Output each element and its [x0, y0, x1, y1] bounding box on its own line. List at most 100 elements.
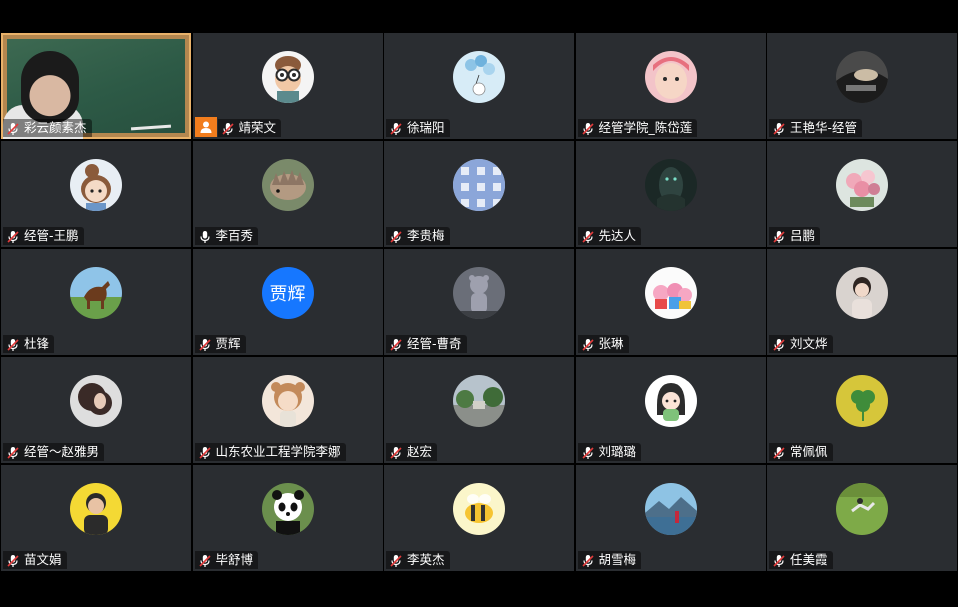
mic-muted-icon	[6, 445, 20, 459]
mic-muted-icon	[772, 445, 786, 459]
avatar	[261, 51, 314, 103]
avatar	[453, 483, 505, 535]
host-icon	[194, 117, 217, 137]
participant-tile[interactable]: 李百秀	[192, 141, 383, 247]
participant-name: 靖荣文	[238, 120, 277, 135]
avatar	[644, 51, 697, 103]
avatar	[836, 51, 888, 103]
participant-name: 杜锋	[24, 336, 50, 351]
participant-tile[interactable]: 王艳华-经管	[767, 33, 957, 139]
mic-muted-icon	[581, 229, 595, 243]
participant-name: 李英杰	[407, 552, 445, 567]
participant-tile[interactable]: 经管～赵雅男	[1, 357, 191, 463]
participant-name-tag: 贾辉	[194, 335, 246, 353]
participant-tile[interactable]: 张琳	[575, 249, 766, 355]
participant-name: 彩云颜素杰	[24, 120, 87, 135]
participant-name: 徐瑞阳	[407, 120, 445, 135]
participant-tile[interactable]: 李贵梅	[384, 141, 574, 247]
participant-tile[interactable]: 经管-曹奇	[384, 249, 574, 355]
participant-name: 经管-王鹏	[24, 228, 79, 243]
avatar	[836, 375, 888, 427]
mic-muted-icon	[6, 229, 20, 243]
avatar	[836, 267, 888, 319]
participant-name-tag: 李百秀	[194, 227, 259, 245]
participant-name: 山东农业工程学院李娜	[215, 444, 341, 459]
participant-tile[interactable]: 彩云颜素杰	[1, 33, 191, 139]
participant-tile[interactable]: 胡雪梅	[575, 465, 766, 571]
avatar	[644, 267, 697, 319]
participant-name-tag: 常佩佩	[769, 443, 833, 461]
participant-name-tag: 任美霞	[769, 551, 833, 569]
participant-name-tag: 经管学院_陈岱莲	[577, 119, 698, 137]
participant-tile[interactable]: 经管-王鹏	[1, 141, 191, 247]
mic-muted-icon	[198, 337, 212, 351]
participant-name-tag: 杜锋	[3, 335, 55, 353]
participant-grid: 彩云颜素杰 靖荣文 徐瑞阳 经管学院_陈岱莲 王艳华-经管经管-王鹏 李百秀 李贵梅 先达人 吕…	[1, 33, 957, 573]
mic-muted-icon	[6, 121, 20, 135]
avatar	[453, 267, 505, 319]
participant-tile[interactable]: 刘璐璐	[575, 357, 766, 463]
participant-name: 李百秀	[215, 228, 254, 243]
mic-muted-icon	[772, 553, 786, 567]
avatar	[70, 159, 122, 211]
participant-name: 经管学院_陈岱莲	[598, 120, 693, 135]
participant-name-tag: 苗文娟	[3, 551, 67, 569]
participant-tile[interactable]: 李英杰	[384, 465, 574, 571]
participant-name: 常佩佩	[790, 444, 828, 459]
participant-tile[interactable]: 吕鹏	[767, 141, 957, 247]
participant-tile[interactable]: 先达人	[575, 141, 766, 247]
participant-name-tag: 刘文烨	[769, 335, 833, 353]
participant-name: 刘璐璐	[598, 444, 637, 459]
participant-name: 赵宏	[407, 444, 433, 459]
mic-muted-icon	[198, 553, 212, 567]
participant-name-tag: 彩云颜素杰	[3, 119, 92, 137]
avatar	[70, 375, 122, 427]
avatar	[836, 159, 888, 211]
participant-name-tag: 赵宏	[386, 443, 438, 461]
participant-name-tag: 李英杰	[386, 551, 450, 569]
participant-tile[interactable]: 贾辉 贾辉	[192, 249, 383, 355]
mic-muted-icon	[389, 445, 403, 459]
avatar	[453, 159, 505, 211]
avatar	[261, 483, 314, 535]
participant-name-tag: 先达人	[577, 227, 642, 245]
participant-tile[interactable]: 经管学院_陈岱莲	[575, 33, 766, 139]
participant-tile[interactable]: 山东农业工程学院李娜	[192, 357, 383, 463]
participant-name-tag: 刘璐璐	[577, 443, 642, 461]
participant-tile[interactable]: 刘文烨	[767, 249, 957, 355]
participant-name-tag: 山东农业工程学院李娜	[194, 443, 346, 461]
avatar	[453, 51, 505, 103]
mic-muted-icon	[581, 445, 595, 459]
participant-tile[interactable]: 靖荣文	[192, 33, 383, 139]
participant-name-tag: 张琳	[577, 335, 629, 353]
mic-muted-icon	[581, 121, 595, 135]
participant-tile[interactable]: 任美霞	[767, 465, 957, 571]
participant-tile[interactable]: 赵宏	[384, 357, 574, 463]
mic-muted-icon	[389, 229, 403, 243]
participant-name: 刘文烨	[790, 336, 828, 351]
participant-name: 胡雪梅	[598, 552, 637, 567]
participant-name-tag: 胡雪梅	[577, 551, 642, 569]
avatar	[261, 375, 314, 427]
participant-tile[interactable]: 常佩佩	[767, 357, 957, 463]
avatar	[70, 267, 122, 319]
mic-muted-icon	[772, 229, 786, 243]
participant-tile[interactable]: 徐瑞阳	[384, 33, 574, 139]
mic-muted-icon	[389, 121, 403, 135]
participant-tile[interactable]: 苗文娟	[1, 465, 191, 571]
participant-tile[interactable]: 杜锋	[1, 249, 191, 355]
mic-muted-icon	[6, 337, 20, 351]
participant-name: 先达人	[598, 228, 637, 243]
participant-name-tag: 吕鹏	[769, 227, 821, 245]
mic-muted-icon	[198, 445, 212, 459]
mic-muted-icon	[772, 121, 786, 135]
avatar	[70, 483, 122, 535]
mic-muted-icon	[581, 553, 595, 567]
participant-name: 任美霞	[790, 552, 828, 567]
participant-tile[interactable]: 毕舒博	[192, 465, 383, 571]
participant-name-tag: 经管-曹奇	[386, 335, 467, 353]
participant-name: 王艳华-经管	[790, 120, 858, 135]
avatar	[453, 375, 505, 427]
avatar	[644, 483, 697, 535]
participant-name: 经管～赵雅男	[24, 444, 100, 459]
